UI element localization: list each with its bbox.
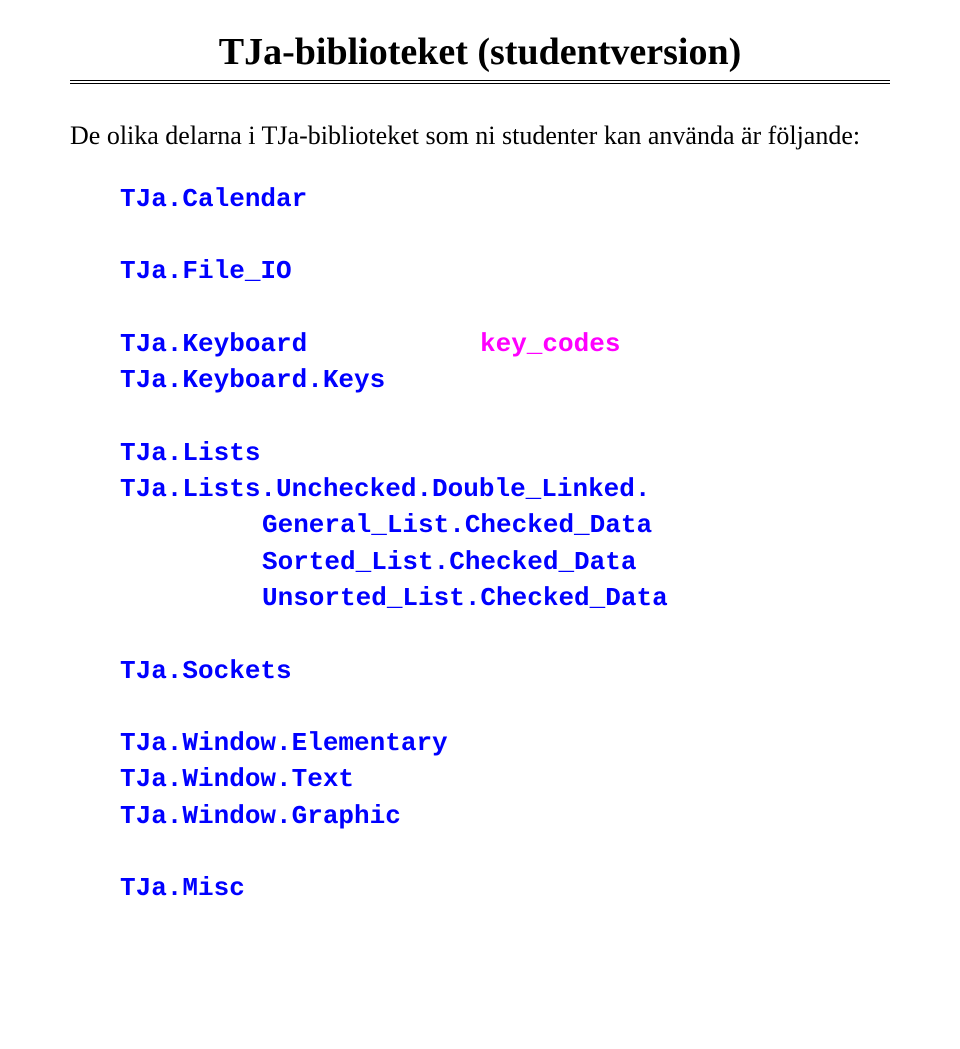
code-line-keyboard-row: TJa.Keyboard key_codes — [120, 326, 890, 362]
blank-line — [120, 834, 890, 870]
code-line-sorted-list: Sorted_List.Checked_Data — [120, 544, 890, 580]
code-line-keyboard: TJa.Keyboard — [120, 326, 480, 362]
code-line-sockets: TJa.Sockets — [120, 653, 890, 689]
code-line-keyboard-keys: TJa.Keyboard.Keys — [120, 362, 890, 398]
code-line-general-list: General_List.Checked_Data — [120, 507, 890, 543]
blank-line — [120, 689, 890, 725]
title-rule — [70, 80, 890, 84]
code-line-key-codes: key_codes — [480, 326, 620, 362]
code-block: TJa.Calendar TJa.File_IO TJa.Keyboard ke… — [70, 181, 890, 906]
blank-line — [120, 617, 890, 653]
code-line-file-io: TJa.File_IO — [120, 253, 890, 289]
code-line-window-text: TJa.Window.Text — [120, 761, 890, 797]
blank-line — [120, 217, 890, 253]
page-title: TJa-biblioteket (studentversion) — [70, 30, 890, 74]
code-line-lists: TJa.Lists — [120, 435, 890, 471]
blank-line — [120, 399, 890, 435]
code-line-lists-unchecked: TJa.Lists.Unchecked.Double_Linked. — [120, 471, 890, 507]
code-line-window-graphic: TJa.Window.Graphic — [120, 798, 890, 834]
code-line-window-elementary: TJa.Window.Elementary — [120, 725, 890, 761]
intro-text: De olika delarna i TJa-biblioteket som n… — [70, 118, 890, 153]
code-line-unsorted-list: Unsorted_List.Checked_Data — [120, 580, 890, 616]
code-line-calendar: TJa.Calendar — [120, 181, 890, 217]
code-line-misc: TJa.Misc — [120, 870, 890, 906]
blank-line — [120, 290, 890, 326]
